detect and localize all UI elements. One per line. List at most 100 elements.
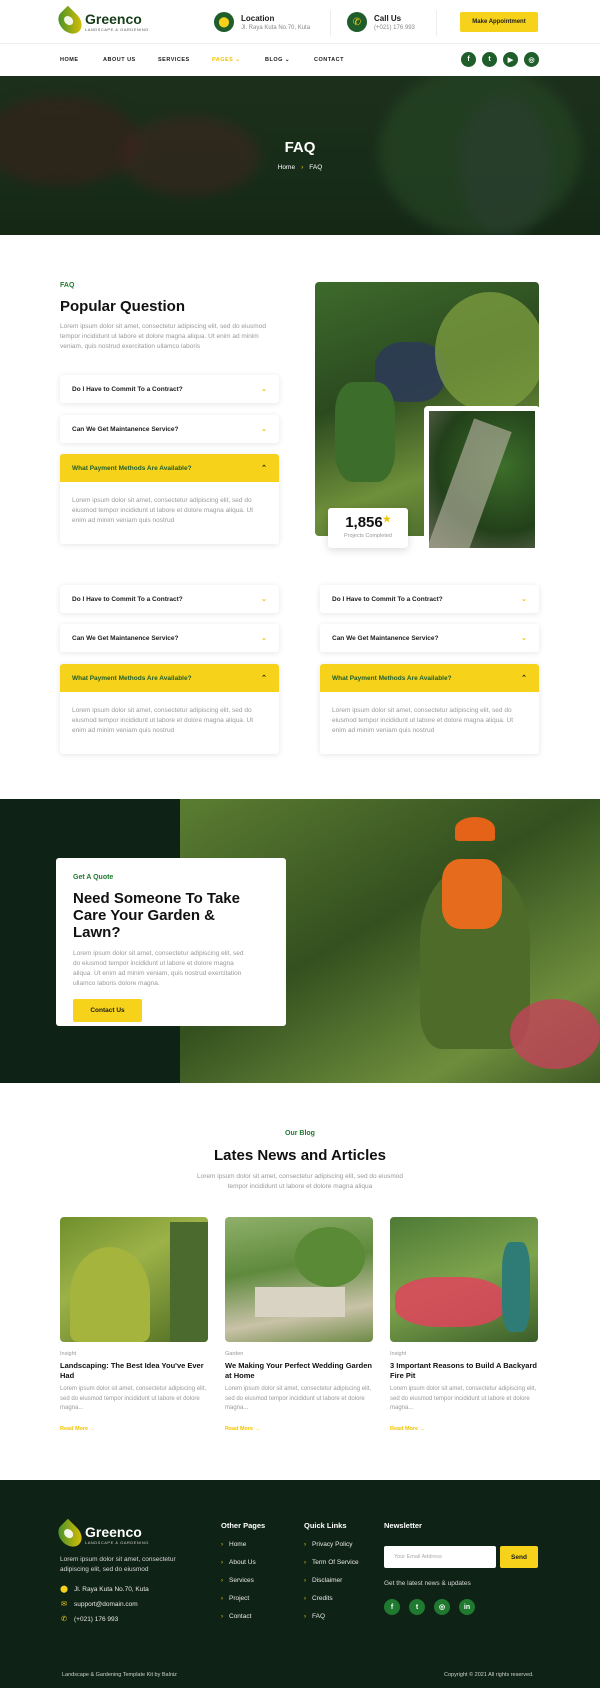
footer-link-services[interactable]: › Services [221, 1577, 254, 1584]
footer-link-label: Services [229, 1577, 254, 1584]
footer-link-faq[interactable]: › FAQ [304, 1613, 325, 1620]
footer-link-label: Term Of Service [312, 1559, 359, 1566]
faq-question: What Payment Methods Are Available? [72, 464, 192, 472]
newsletter-send-button[interactable]: Send [500, 1546, 538, 1568]
footer-link-label: About Us [229, 1559, 256, 1566]
nav-services[interactable]: Services [158, 57, 190, 63]
footer-link-about-us[interactable]: › About Us [221, 1559, 256, 1566]
page-title: FAQ [284, 139, 316, 156]
newsletter-email-input[interactable]: Your Email Address [384, 1546, 496, 1568]
twitter-icon[interactable]: t [482, 52, 497, 67]
gardener-shape [335, 382, 395, 482]
blog-post-title[interactable]: Landscaping: The Best Idea You've Ever H… [60, 1361, 208, 1381]
hedge-shape [435, 292, 539, 412]
twitter-icon[interactable]: t [409, 1599, 425, 1615]
footer-link-contact[interactable]: › Contact [221, 1613, 251, 1620]
read-more-link[interactable]: Read More → [60, 1426, 208, 1432]
newsletter-note: Get the latest news & updates [384, 1580, 471, 1587]
linkedin-icon[interactable]: in [459, 1599, 475, 1615]
blog-card[interactable]: Insight 3 Important Reasons to Build A B… [390, 1217, 538, 1432]
chevron-right-icon: › [304, 1542, 306, 1548]
contact-us-button[interactable]: Contact Us [73, 999, 142, 1022]
header-call: ✆ Call Us (+021) 176 993 [347, 12, 415, 32]
nav-blog-label: Blog [265, 57, 283, 63]
logo[interactable]: Greenco Landscape & Gardening [53, 5, 149, 39]
nav-contact[interactable]: Contact [314, 57, 344, 63]
blog-card[interactable]: Insight Landscaping: The Best Idea You'v… [60, 1217, 208, 1432]
make-appointment-button[interactable]: Make Appointment [460, 12, 538, 32]
page-hero: FAQ Home › FAQ [0, 76, 600, 235]
faq-question: What Payment Methods Are Available? [72, 674, 192, 682]
faq-accordion-item[interactable]: Can We Get Maintanence Service? ⌄ [60, 415, 279, 443]
footer-copyright: Copyright © 2021 All rights reserved. [444, 1672, 534, 1678]
map-pin-icon: ⬤ [214, 12, 234, 32]
faq-accordion-item-open[interactable]: What Payment Methods Are Available? ⌃ Lor… [320, 664, 539, 754]
faq-question: Can We Get Maintanence Service? [332, 634, 439, 642]
blog-post-title[interactable]: 3 Important Reasons to Build A Backyard … [390, 1361, 538, 1381]
chevron-right-icon: › [304, 1560, 306, 1566]
faq-question: Can We Get Maintanence Service? [72, 634, 179, 642]
nav-blog[interactable]: Blog ⌄ [265, 57, 290, 63]
footer-link-project[interactable]: › Project [221, 1595, 249, 1602]
footer-link-terms[interactable]: › Term Of Service [304, 1559, 359, 1566]
blog-post-title[interactable]: We Making Your Perfect Wedding Garden at… [225, 1361, 373, 1381]
blog-card[interactable]: Garden We Making Your Perfect Wedding Ga… [225, 1217, 373, 1432]
footer-email[interactable]: ✉ support@domain.com [60, 1600, 138, 1609]
nav-home[interactable]: Home [60, 57, 79, 63]
faq-accordion-item[interactable]: Can We Get Maintanence Service? ⌄ [60, 624, 279, 652]
counter-label: Projects Completed [344, 533, 392, 539]
faq-accordion-item-open[interactable]: What Payment Methods Are Available? ⌃ Lor… [60, 664, 279, 754]
chevron-right-icon: › [304, 1578, 306, 1584]
faq-accordion-item[interactable]: Do I Have to Commit To a Contract? ⌄ [60, 375, 279, 403]
read-more-link[interactable]: Read More → [225, 1426, 373, 1432]
stone-path-shape [429, 418, 512, 548]
footer-link-home[interactable]: › Home [221, 1541, 246, 1548]
facebook-icon[interactable]: f [461, 52, 476, 67]
blog-category: Insight [60, 1351, 77, 1357]
nav-pages[interactable]: Pages ⌄ [212, 57, 241, 63]
counter-value: 1,856 [345, 514, 383, 531]
footer-phone[interactable]: ✆ (+021) 176 993 [60, 1615, 118, 1624]
footer-link-label: Disclaimer [312, 1577, 343, 1584]
read-more-link[interactable]: Read More → [390, 1426, 538, 1432]
faq-accordion-item-open[interactable]: What Payment Methods Are Available? ⌃ Lor… [60, 454, 279, 544]
blog-excerpt: Lorem ipsum dolor sit amet, consectetur … [225, 1386, 372, 1411]
footer-logo[interactable]: Greenco Landscape & Gardening [53, 1518, 149, 1552]
call-value: (+021) 176 993 [374, 24, 415, 31]
chevron-down-icon: ⌄ [521, 596, 527, 603]
footer-link-label: Project [229, 1595, 250, 1602]
instagram-icon[interactable]: ◎ [524, 52, 539, 67]
facebook-icon[interactable]: f [384, 1599, 400, 1615]
footer-about: Lorem ipsum dolor sit amet, consectetur … [60, 1556, 176, 1573]
stone-border-shape [255, 1287, 345, 1317]
blog-intro: Lorem ipsum dolor sit amet, consectetur … [197, 1173, 403, 1190]
garden-path-image [424, 406, 540, 553]
blog-category: Garden [225, 1351, 244, 1357]
blog-title: Lates News and Articles [213, 1147, 386, 1164]
faq-accordion-item[interactable]: Do I Have to Commit To a Contract? ⌄ [60, 585, 279, 613]
chevron-right-icon: › [301, 164, 304, 171]
flower-garden-image [390, 1217, 538, 1342]
faq-accordion-item[interactable]: Do I Have to Commit To a Contract? ⌄ [320, 585, 539, 613]
chevron-up-icon: ⌃ [261, 465, 267, 472]
footer-link-privacy-policy[interactable]: › Privacy Policy [304, 1541, 352, 1548]
instagram-icon[interactable]: ◎ [434, 1599, 450, 1615]
faq-answer: Lorem ipsum dolor sit amet, consectetur … [72, 497, 254, 524]
mail-icon: ✉ [61, 1601, 67, 1608]
chevron-down-icon: ⌄ [261, 596, 267, 603]
breadcrumb-home[interactable]: Home [278, 164, 295, 171]
faq-accordion-item[interactable]: Can We Get Maintanence Service? ⌄ [320, 624, 539, 652]
footer-link-label: Privacy Policy [312, 1541, 353, 1548]
orange-shirt-shape [442, 859, 502, 929]
nav-about-us[interactable]: About Us [103, 57, 136, 63]
footer-link-disclaimer[interactable]: › Disclaimer [304, 1577, 342, 1584]
faq-kicker: FAQ [60, 282, 75, 289]
faq-question: Do I Have to Commit To a Contract? [332, 595, 443, 603]
youtube-icon[interactable]: ▶ [503, 52, 518, 67]
footer-address-text: Jl. Raya Kuta No.70, Kuta [74, 1585, 149, 1593]
faq-question: What Payment Methods Are Available? [332, 674, 452, 682]
footer-link-credits[interactable]: › Credits [304, 1595, 333, 1602]
logo-name: Greenco [85, 1524, 142, 1540]
logo-name: Greenco [85, 11, 142, 27]
header-divider [330, 10, 331, 36]
